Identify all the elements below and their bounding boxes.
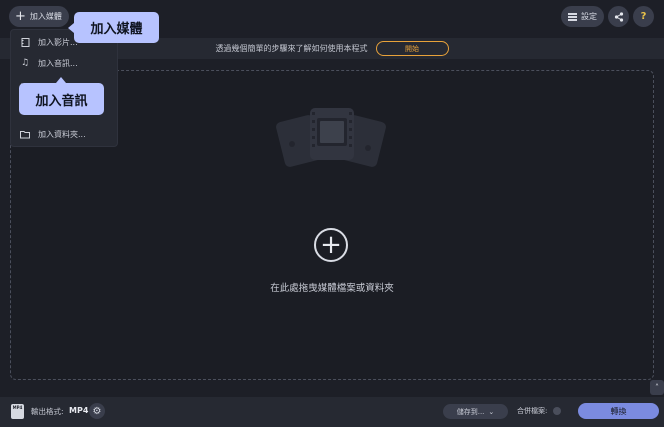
folder-icon	[20, 129, 30, 139]
promo-start-button[interactable]: 開始	[375, 41, 449, 56]
menu-item-label: 加入資料夾...	[38, 129, 86, 139]
film-icon	[20, 37, 30, 47]
menu-item-label: 加入影片...	[38, 37, 78, 47]
tooltip-text: 加入媒體	[90, 22, 143, 37]
add-media-label: 加入媒體	[29, 12, 62, 21]
add-media-button[interactable]: + 加入媒體	[9, 6, 69, 27]
format-icon-text: MP4	[12, 405, 23, 410]
plus-icon: +	[320, 230, 342, 260]
help-button[interactable]: ?	[633, 6, 654, 27]
menu-item-label: 加入音訊...	[38, 58, 78, 68]
save-to-label: 儲存到...	[456, 407, 485, 416]
tooltip-text: 加入音訊	[35, 93, 88, 109]
format-settings-button[interactable]: ⚙	[89, 403, 105, 419]
convert-button[interactable]: 轉換	[578, 403, 659, 419]
plus-icon: +	[15, 8, 26, 24]
help-icon: ?	[640, 11, 647, 22]
merge-files-toggle[interactable]	[553, 407, 561, 415]
settings-button[interactable]: 設定	[561, 6, 604, 27]
share-icon	[614, 11, 623, 22]
music-note-icon: ♫	[20, 58, 30, 68]
menu-item-add-audio[interactable]: ♫ 加入音訊...	[11, 52, 119, 74]
add-media-tooltip: 加入媒體	[68, 12, 159, 43]
chevron-down-icon: ⌄	[488, 407, 495, 416]
media-files-icon	[276, 108, 386, 167]
share-button[interactable]	[608, 6, 629, 27]
output-format-value[interactable]: MP4	[69, 406, 88, 415]
convert-label: 轉換	[610, 406, 627, 416]
scroll-up-button[interactable]: ˄	[650, 380, 664, 395]
save-to-select[interactable]: 儲存到... ⌄	[443, 404, 508, 419]
drop-zone-text: 在此處拖曳媒體檔案或資料夾	[270, 283, 394, 294]
add-files-button[interactable]: +	[314, 228, 348, 262]
app-window: + 加入媒體 設定 ? 透過幾個簡單的步驟來了解如何使用本程式 開始 + 在此處…	[0, 0, 664, 427]
output-format-label: 輸出格式:	[31, 407, 64, 416]
output-format-icon[interactable]: MP4	[11, 404, 24, 419]
gear-icon: ⚙	[92, 405, 102, 417]
promo-text: 透過幾個簡單的步驟來了解如何使用本程式	[215, 44, 368, 53]
add-audio-tooltip: 加入音訊	[19, 77, 104, 115]
merge-files-label: 合併檔案:	[517, 407, 548, 415]
menu-icon	[568, 13, 577, 21]
chevron-up-icon: ˄	[655, 383, 659, 392]
settings-label: 設定	[581, 12, 597, 21]
menu-item-add-folder[interactable]: 加入資料夾...	[11, 123, 119, 145]
